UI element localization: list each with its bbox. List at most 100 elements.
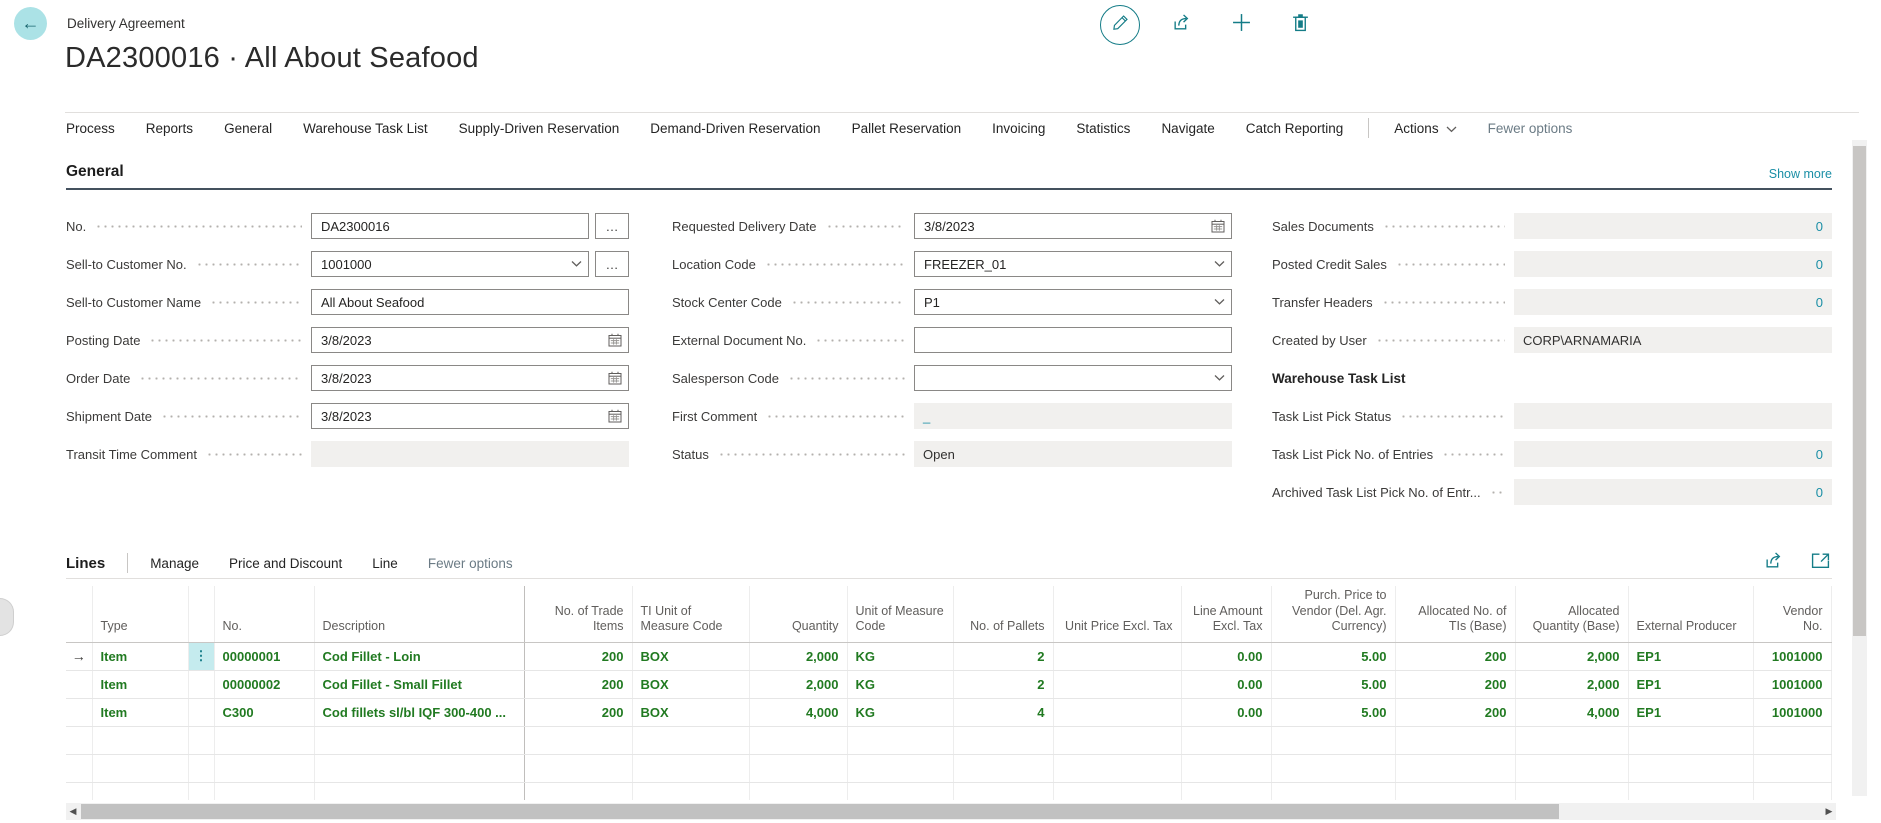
column-header-ti_uom[interactable]: TI Unit of Measure Code [632,586,749,642]
column-header-alloc_qty[interactable]: Allocated Quantity (Base) [1515,586,1628,642]
scroll-right-arrow-icon[interactable]: ▶ [1822,803,1836,820]
lines-tab-manage[interactable]: Manage [150,556,199,571]
column-header-description[interactable]: Description [314,586,524,642]
column-header-line_amount[interactable]: Line Amount Excl. Tax [1181,586,1271,642]
back-button[interactable]: ← [14,7,47,40]
cell-description[interactable]: Cod Fillet - Loin [314,642,524,670]
cell-uom[interactable]: KG [847,670,953,698]
input-posting-date[interactable]: 3/8/2023 [311,327,629,353]
table-row[interactable]: Item C300Cod fillets sl/bl IQF 300-400 ..… [66,698,1831,726]
cell-pallets[interactable]: 4 [953,698,1053,726]
cell-trade_items[interactable]: 200 [524,642,632,670]
cell-line_amount[interactable]: 0.00 [1181,642,1271,670]
cell-ext_producer[interactable]: EP1 [1628,642,1753,670]
cell-quantity[interactable]: 2,000 [749,670,847,698]
ribbon-item-invoicing[interactable]: Invoicing [992,121,1045,136]
delete-button[interactable] [1283,8,1317,42]
chevron-down-icon[interactable] [1214,261,1225,268]
empty-table-row[interactable] [66,782,1831,800]
scroll-left-arrow-icon[interactable]: ◀ [66,803,80,820]
cell-purch_price[interactable]: 5.00 [1271,642,1395,670]
cell-vendor_no[interactable]: 1001000 [1753,698,1831,726]
ribbon-item-demand-driven-reservation[interactable]: Demand-Driven Reservation [650,121,820,136]
share-button[interactable] [1165,8,1199,42]
ribbon-item-pallet-reservation[interactable]: Pallet Reservation [852,121,962,136]
lines-fewer-options[interactable]: Fewer options [428,556,513,571]
drilldown-value[interactable]: _ [923,409,930,424]
cell-description[interactable]: Cod Fillet - Small Fillet [314,670,524,698]
input-stock-center-code[interactable]: P1 [914,289,1232,315]
input-requested-delivery-date[interactable]: 3/8/2023 [914,213,1232,239]
input-location-code[interactable]: FREEZER_01 [914,251,1232,277]
drilldown-value[interactable]: 0 [1816,447,1823,462]
cell-ti_uom[interactable]: BOX [632,642,749,670]
column-header-vendor_no[interactable]: Vendor No. [1753,586,1831,642]
cell-uom[interactable]: KG [847,698,953,726]
cell-trade_items[interactable]: 200 [524,698,632,726]
column-header-quantity[interactable]: Quantity [749,586,847,642]
side-pane-handle[interactable] [0,598,14,636]
input-shipment-date[interactable]: 3/8/2023 [311,403,629,429]
input-salesperson-code[interactable] [914,365,1232,391]
column-header-no[interactable]: No. [214,586,314,642]
cell-ext_producer[interactable]: EP1 [1628,670,1753,698]
chevron-down-icon[interactable] [1214,299,1225,306]
horizontal-scrollbar[interactable]: ◀ ▶ [66,803,1836,820]
empty-table-row[interactable] [66,726,1831,754]
drilldown-value[interactable]: 0 [1816,257,1823,272]
cell-line_amount[interactable]: 0.00 [1181,698,1271,726]
vertical-scrollbar[interactable] [1852,140,1867,796]
column-header-alloc_tis[interactable]: Allocated No. of TIs (Base) [1395,586,1515,642]
chevron-down-icon[interactable] [1214,375,1225,382]
ribbon-item-supply-driven-reservation[interactable]: Supply-Driven Reservation [459,121,620,136]
cell-purch_price[interactable]: 5.00 [1271,698,1395,726]
cell-purch_price[interactable]: 5.00 [1271,670,1395,698]
calendar-icon[interactable] [608,371,622,385]
cell-trade_items[interactable]: 200 [524,670,632,698]
column-header-ext_producer[interactable]: External Producer [1628,586,1753,642]
cell-uom[interactable]: KG [847,642,953,670]
cell-vendor_no[interactable]: 1001000 [1753,642,1831,670]
cell-ti_uom[interactable]: BOX [632,698,749,726]
cell-alloc_qty[interactable]: 4,000 [1515,698,1628,726]
input-sell-to-customer-no[interactable]: 1001000 [311,251,589,277]
ribbon-actions-menu[interactable]: Actions [1394,121,1456,136]
column-header-pallets[interactable]: No. of Pallets [953,586,1053,642]
drilldown-value[interactable]: 0 [1816,295,1823,310]
cell-alloc_qty[interactable]: 2,000 [1515,642,1628,670]
cell-unit_price[interactable] [1053,642,1181,670]
input-no[interactable]: DA2300016 [311,213,589,239]
cell-type[interactable]: Item [92,698,188,726]
row-options-icon[interactable]: ⋮ [188,642,214,670]
lines-tab-price-and-discount[interactable]: Price and Discount [229,556,342,571]
ribbon-item-general[interactable]: General [224,121,272,136]
cell-type[interactable]: Item [92,670,188,698]
calendar-icon[interactable] [608,409,622,423]
cell-line_amount[interactable]: 0.00 [1181,670,1271,698]
calendar-icon[interactable] [608,333,622,347]
ribbon-item-reports[interactable]: Reports [146,121,193,136]
ellipsis-button[interactable]: … [595,213,629,239]
lines-tab-line[interactable]: Line [372,556,398,571]
cell-no[interactable]: C300 [214,698,314,726]
cell-ext_producer[interactable]: EP1 [1628,698,1753,726]
input-external-document-no[interactable] [914,327,1232,353]
vertical-scrollbar-thumb[interactable] [1853,146,1866,636]
drilldown-value[interactable]: 0 [1816,485,1823,500]
ribbon-item-process[interactable]: Process [66,121,115,136]
column-header-purch_price[interactable]: Purch. Price to Vendor (Del. Agr. Curren… [1271,586,1395,642]
ribbon-item-catch-reporting[interactable]: Catch Reporting [1246,121,1344,136]
empty-table-row[interactable] [66,754,1831,782]
cell-alloc_tis[interactable]: 200 [1395,670,1515,698]
popout-button[interactable] [1808,551,1832,575]
ribbon-fewer-options[interactable]: Fewer options [1488,121,1573,136]
table-row[interactable]: Item00000002Cod Fillet - Small Fillet200… [66,670,1831,698]
cell-description[interactable]: Cod fillets sl/bl IQF 300-400 ... [314,698,524,726]
column-header-uom[interactable]: Unit of Measure Code [847,586,953,642]
drilldown-value[interactable]: 0 [1816,219,1823,234]
table-row[interactable]: →Item⋮00000001Cod Fillet - Loin200BOX2,0… [66,642,1831,670]
share-button[interactable] [1762,551,1786,575]
ribbon-item-statistics[interactable]: Statistics [1076,121,1130,136]
cell-vendor_no[interactable]: 1001000 [1753,670,1831,698]
cell-unit_price[interactable] [1053,698,1181,726]
